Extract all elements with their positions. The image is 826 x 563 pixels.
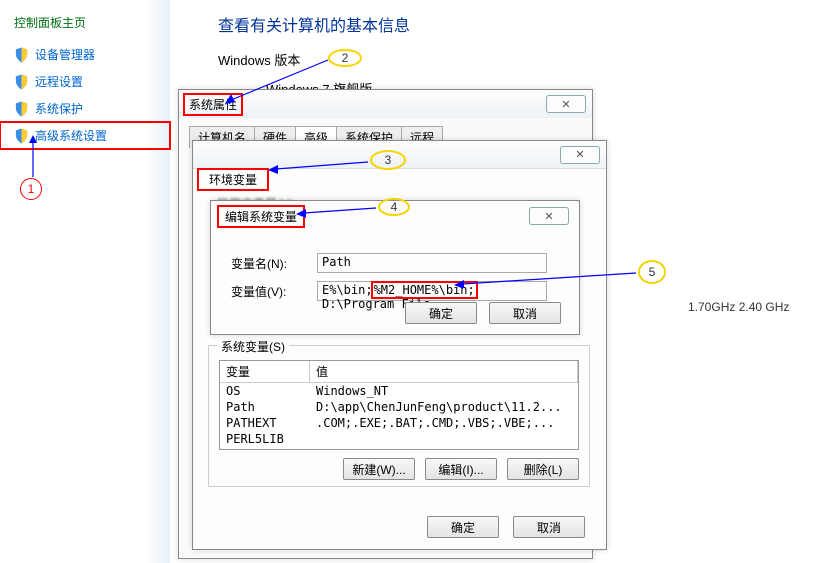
annotation-5: 5 [638, 260, 666, 284]
sidebar-item-remote[interactable]: 远程设置 [0, 68, 170, 95]
sidebar-item-label: 高级系统设置 [35, 127, 107, 144]
env-dialog-buttons: 确定 取消 [192, 516, 607, 538]
sidebar-item-label: 系统保护 [35, 100, 83, 117]
main-content: 查看有关计算机的基本信息 Windows 版本 Windows 7 旗舰版 [170, 0, 826, 98]
edit-variable-dialog: 编辑系统变量 ✕ 变量名(N): Path 变量值(V): E%\bin;%M2… [210, 200, 580, 335]
sidebar-item-device-manager[interactable]: 设备管理器 [0, 41, 170, 68]
dialog-title: 环境变量 [199, 170, 267, 189]
sidebar-item-label: 设备管理器 [35, 46, 95, 63]
dialog-titlebar[interactable]: ✕ [193, 141, 606, 169]
edit-button[interactable]: 编辑(I)... [425, 458, 497, 480]
system-variables-list[interactable]: 变量 值 OSWindows_NT PathD:\app\ChenJunFeng… [219, 360, 579, 450]
sidebar-item-label: 远程设置 [35, 73, 83, 90]
variable-name-input[interactable]: Path [317, 253, 547, 273]
list-item[interactable]: OSWindows_NT [220, 383, 578, 399]
shield-icon [14, 101, 29, 117]
close-icon: ✕ [561, 98, 570, 111]
column-header-name[interactable]: 变量 [220, 361, 310, 382]
dialog-title: 系统属性 [185, 95, 241, 114]
list-item[interactable]: PathD:\app\ChenJunFeng\product\11.2... [220, 399, 578, 415]
new-button[interactable]: 新建(W)... [343, 458, 415, 480]
ok-button[interactable]: 确定 [427, 516, 499, 538]
control-panel-sidebar: 控制面板主页 设备管理器 远程设置 系统保护 高级系统设置 [0, 0, 170, 563]
ok-button[interactable]: 确定 [405, 302, 477, 324]
variable-value-label: 变量值(V): [231, 283, 309, 300]
shield-icon [14, 128, 29, 144]
list-item[interactable]: PATHEXT.COM;.EXE;.BAT;.CMD;.VBS;.VBE;... [220, 415, 578, 431]
list-item[interactable]: PERL5LIB [220, 431, 578, 447]
close-icon: ✕ [544, 210, 553, 223]
group-legend: 系统变量(S) [217, 338, 289, 355]
shield-icon [14, 47, 29, 63]
cancel-button[interactable]: 取消 [513, 516, 585, 538]
dialog-title: 编辑系统变量 [219, 207, 303, 226]
page-title: 查看有关计算机的基本信息 [218, 12, 826, 50]
m2-home-segment: %M2_HOME%\bin; [373, 283, 476, 297]
delete-button[interactable]: 删除(L) [507, 458, 579, 480]
cpu-speed-text: 1.70GHz 2.40 GHz [688, 300, 789, 314]
shield-icon [14, 74, 29, 90]
close-button[interactable]: ✕ [546, 95, 586, 113]
close-button[interactable]: ✕ [529, 207, 569, 225]
cancel-button[interactable]: 取消 [489, 302, 561, 324]
variable-value-input[interactable]: E%\bin;%M2_HOME%\bin;D:\Program File [317, 281, 547, 301]
close-icon: ✕ [575, 148, 584, 161]
windows-edition-label: Windows 版本 [218, 50, 826, 79]
sidebar-item-advanced[interactable]: 高级系统设置 [0, 122, 170, 149]
column-header-value[interactable]: 值 [310, 361, 578, 382]
sidebar-item-protection[interactable]: 系统保护 [0, 95, 170, 122]
variable-name-label: 变量名(N): [231, 255, 309, 272]
close-button[interactable]: ✕ [560, 146, 600, 164]
sidebar-title: 控制面板主页 [0, 10, 170, 41]
system-variables-group: 系统变量(S) 变量 值 OSWindows_NT PathD:\app\Che… [208, 345, 590, 487]
